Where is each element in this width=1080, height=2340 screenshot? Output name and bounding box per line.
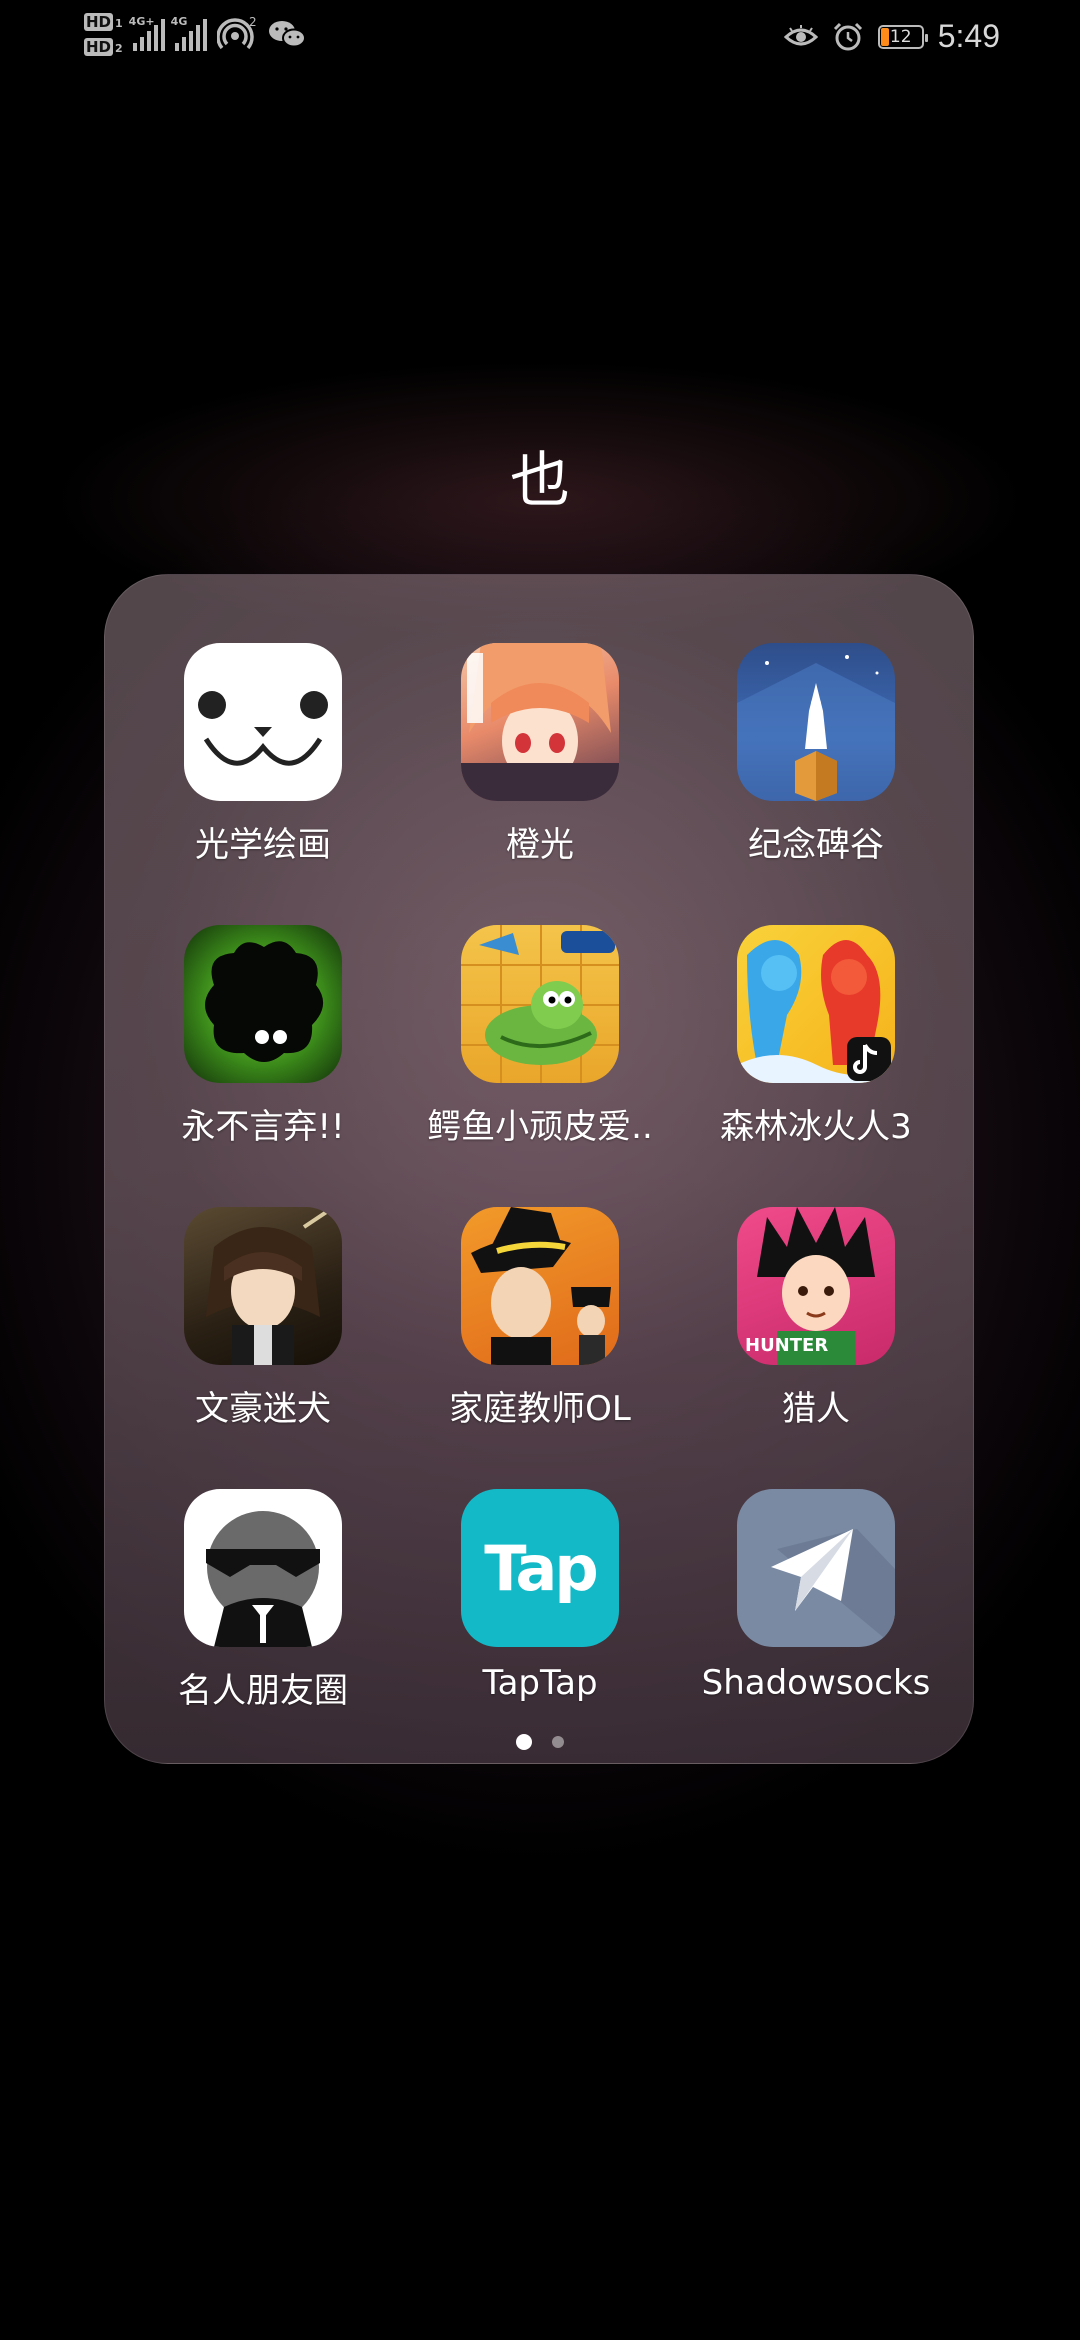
status-left: HD 1 HD 2 4G+ 4G 2	[84, 12, 307, 56]
app-label: 永不言弃!!	[181, 1107, 345, 1147]
wechat-icon	[268, 21, 306, 48]
network-type-2: 4G	[170, 15, 188, 28]
taptap-logo-text: Tap	[484, 1531, 599, 1605]
bungo-character-icon[interactable]	[184, 1207, 342, 1365]
signal-icon-sim1: 4G+	[129, 15, 165, 51]
reborn-character-icon[interactable]	[461, 1207, 619, 1365]
svg-text:HUNTER: HUNTER	[745, 1335, 828, 1356]
fireboy-watergirl-icon[interactable]	[737, 925, 895, 1083]
hotspot-count: 2	[249, 16, 257, 29]
app-celebrity-moments[interactable]: 名人朋友圈	[133, 1489, 393, 1712]
app-label: TapTap	[482, 1663, 598, 1703]
anime-girl-icon[interactable]	[461, 643, 619, 801]
app-taptap[interactable]: Tap TapTap	[410, 1489, 670, 1703]
folder-title[interactable]: 也	[0, 432, 1080, 519]
app-chengguang[interactable]: 橙光	[410, 643, 670, 866]
signal-icon-sim2: 4G	[171, 15, 207, 51]
app-hunter[interactable]: HUNTER 猎人	[686, 1207, 946, 1430]
sunglasses-man-icon[interactable]	[184, 1489, 342, 1647]
app-label: 名人朋友圈	[178, 1671, 348, 1711]
hd-badge-1: HD	[84, 13, 114, 31]
app-wheres-my-water[interactable]: 鳄鱼小顽皮爱..	[410, 925, 670, 1148]
app-label: 光学绘画	[195, 825, 331, 865]
app-bungo-stray-dogs[interactable]: 文豪迷犬	[133, 1207, 393, 1430]
app-label: 森林冰火人3	[720, 1107, 912, 1147]
app-label: 猎人	[782, 1389, 850, 1429]
app-label: 鳄鱼小顽皮爱..	[427, 1107, 653, 1147]
network-type-1: 4G+	[128, 15, 155, 28]
hotspot-icon: 2	[216, 16, 257, 50]
app-monument-valley[interactable]: 纪念碑谷	[686, 643, 946, 866]
hd-sub-1: 1	[115, 17, 123, 30]
alarm-icon	[833, 22, 862, 50]
status-bar: HD 1 HD 2 4G+ 4G 2 12 5:49	[0, 0, 1080, 80]
crocodile-icon[interactable]	[461, 925, 619, 1083]
black-blob-icon[interactable]	[184, 925, 342, 1083]
app-shadowsocks[interactable]: Shadowsocks	[686, 1489, 946, 1703]
app-label: Shadowsocks	[701, 1663, 931, 1703]
app-label: 橙光	[506, 825, 574, 865]
eye-comfort-icon	[783, 24, 818, 45]
bear-face-icon[interactable]	[184, 643, 342, 801]
page-dot-active[interactable]	[516, 1734, 532, 1750]
battery-icon: 12	[877, 24, 928, 49]
app-reborn-ol[interactable]: 家庭教师OL	[410, 1207, 670, 1430]
hd-sub-2: 2	[115, 42, 123, 55]
app-label: 家庭教师OL	[449, 1389, 631, 1429]
hunter-gon-icon[interactable]: HUNTER	[737, 1207, 895, 1365]
app-optical-painting[interactable]: 光学绘画	[133, 643, 393, 866]
clock: 5:49	[937, 18, 1000, 54]
app-label: 纪念碑谷	[748, 825, 884, 865]
taptap-icon[interactable]: Tap	[461, 1489, 619, 1647]
hd-indicators: HD 1 HD 2	[84, 12, 123, 56]
monument-valley-icon[interactable]	[737, 643, 895, 801]
folder-panel: 光学绘画 橙光 纪念碑谷 永不言弃!! 鳄鱼小顽皮爱.. 森林冰火人3 文豪迷犬…	[104, 574, 974, 1764]
hd-badge-2: HD	[84, 38, 114, 56]
paper-plane-icon[interactable]	[737, 1489, 895, 1647]
app-never-give-up[interactable]: 永不言弃!!	[133, 925, 393, 1148]
home-screen: HD 1 HD 2 4G+ 4G 2 12 5:49 也 光学绘画 橙光 纪念碑…	[0, 0, 1080, 2340]
battery-level: 12	[889, 26, 912, 47]
app-label: 文豪迷犬	[195, 1389, 331, 1429]
page-indicator	[0, 1734, 1080, 1750]
status-right: 12 5:49	[783, 18, 1000, 55]
page-dot-inactive[interactable]	[552, 1736, 564, 1748]
app-fireboy-watergirl[interactable]: 森林冰火人3	[686, 925, 946, 1148]
